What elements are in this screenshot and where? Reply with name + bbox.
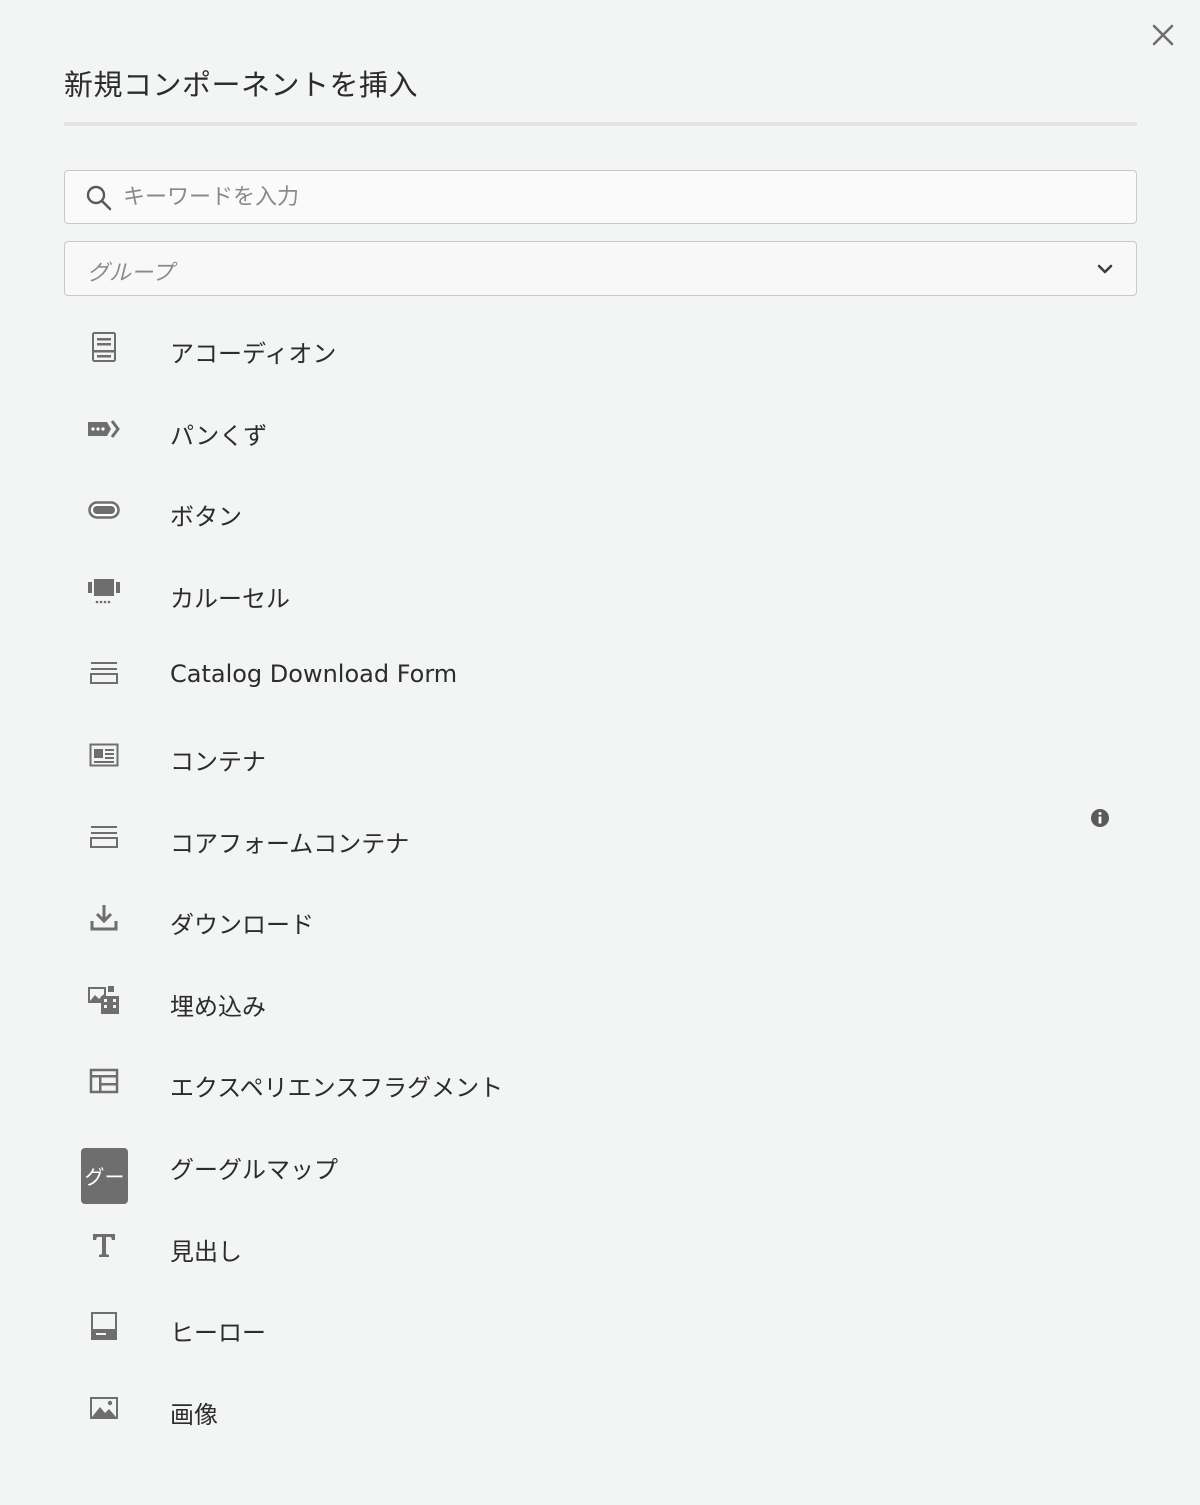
embed-icon [86,982,122,1018]
title-divider [64,122,1137,126]
component-item-heading[interactable]: 見出し [64,1209,1137,1291]
text-icon [86,1227,122,1263]
component-item-label: グーグルマップ [170,1155,338,1184]
component-item-label: エクスペリエンスフラグメント [170,1074,504,1103]
component-list: アコーディオン パンくず ボタン カルーセル Catalog Download … [64,311,1137,1453]
info-icon[interactable] [1090,808,1110,828]
close-icon [1152,24,1174,46]
component-item-experience-fragment[interactable]: エクスペリエンスフラグメント [64,1045,1137,1127]
component-item-container[interactable]: コンテナ [64,719,1137,801]
component-item-label: ボタン [170,503,242,532]
search-input[interactable] [123,171,1113,223]
dialog-title: 新規コンポーネントを挿入 [64,68,419,102]
component-item-label: Catalog Download Form [170,660,458,689]
component-item-core-form-container[interactable]: コアフォームコンテナ [64,801,1137,883]
download-icon [86,900,122,936]
component-item-label: パンくず [170,421,268,450]
form-container-icon [86,655,122,691]
close-button[interactable] [1146,18,1180,52]
accordion-icon [86,329,122,365]
component-item-carousel[interactable]: カルーセル [64,556,1137,638]
search-field[interactable] [64,170,1137,224]
form-container-icon [86,819,122,855]
hero-icon [86,1308,122,1344]
component-item-label: 見出し [170,1237,242,1266]
component-item-catalog-download-form[interactable]: Catalog Download Form [64,637,1137,719]
component-item-download[interactable]: ダウンロード [64,882,1137,964]
button-icon [86,492,122,528]
experience-fragment-icon [86,1063,122,1099]
chevron-down-icon [1097,264,1113,274]
component-item-image[interactable]: 画像 [64,1372,1137,1454]
component-item-label: ヒーロー [170,1319,266,1348]
component-item-label: 埋め込み [170,992,266,1021]
breadcrumb-icon [86,411,122,447]
component-item-label: カルーセル [170,584,290,613]
carousel-icon [86,574,122,610]
component-item-embed[interactable]: 埋め込み [64,964,1137,1046]
group-filter-select[interactable]: グループ [64,241,1137,296]
component-item-label: 画像 [170,1400,218,1429]
component-item-label: コアフォームコンテナ [170,829,410,858]
search-icon [86,185,112,211]
container-icon [86,737,122,773]
component-item-label: アコーディオン [170,340,337,368]
component-item-label: ダウンロード [170,911,314,940]
component-item-google-map[interactable]: グー グーグルマップ [64,1127,1137,1209]
component-item-accordion[interactable]: アコーディオン [64,311,1137,393]
component-item-hero[interactable]: ヒーロー [64,1290,1137,1372]
component-item-label: コンテナ [170,747,266,776]
abbreviation-badge: グー [81,1147,128,1204]
group-filter-value: グループ [87,261,174,286]
component-item-button[interactable]: ボタン [64,474,1137,556]
component-item-breadcrumb[interactable]: パンくず [64,393,1137,475]
image-icon [86,1390,122,1426]
